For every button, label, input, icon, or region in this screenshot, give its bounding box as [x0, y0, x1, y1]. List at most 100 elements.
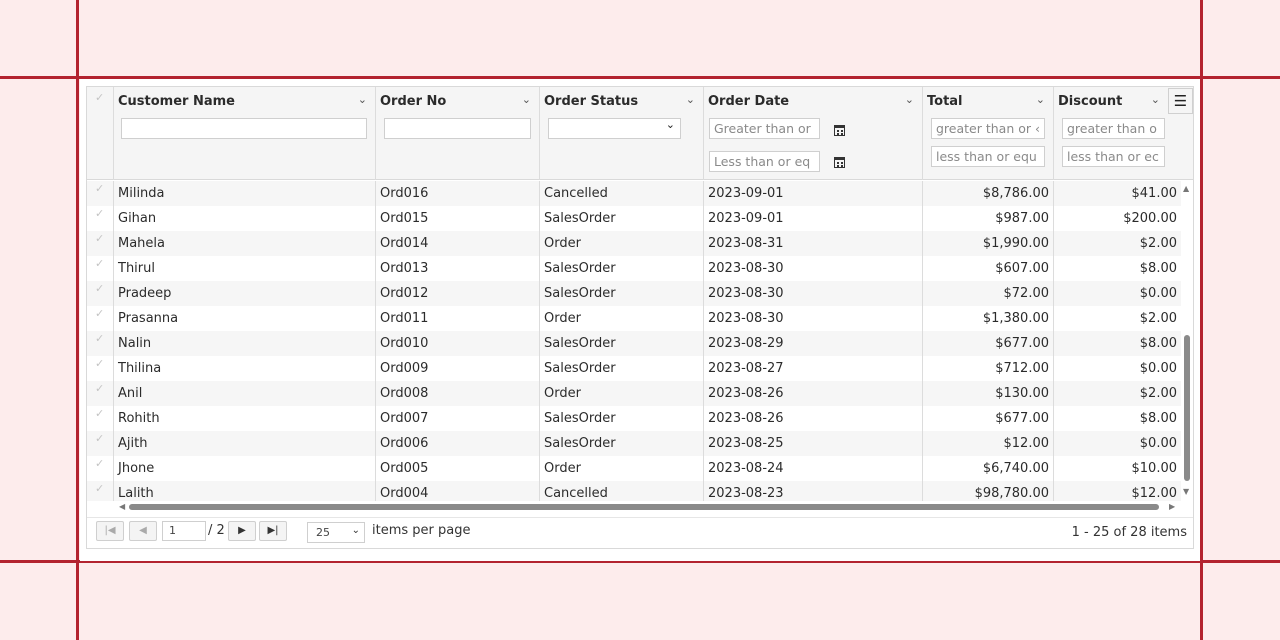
customer-filter-input[interactable] — [121, 118, 367, 139]
cell-total: $6,740.00 — [923, 456, 1054, 481]
chevron-down-icon[interactable]: ⌄ — [358, 93, 367, 106]
last-page-button[interactable]: ▶| — [259, 521, 287, 541]
cell-status: SalesOrder — [540, 331, 704, 356]
column-menu-icon[interactable]: ☰ — [1168, 88, 1193, 114]
page-size-value: 25 — [316, 526, 330, 539]
cell-discount: $0.00 — [1139, 436, 1177, 451]
header-total[interactable]: Total ⌄ greater than or ‹ less than or e… — [923, 87, 1054, 180]
cell-order-no: Ord013 — [376, 256, 540, 281]
table-row[interactable]: ✓ Jhone Ord005 Order 2023-08-24 $6,740.00 $10.… — [87, 456, 1181, 481]
scroll-right-icon[interactable]: ▶ — [1169, 502, 1175, 511]
row-select-cell[interactable] — [87, 331, 114, 356]
chevron-down-icon[interactable]: ⌄ — [1151, 93, 1160, 106]
cell-discount: $10.00 — [1131, 461, 1178, 476]
header-customer-name[interactable]: Customer Name ⌄ — [114, 87, 376, 180]
items-summary: 1 - 25 of 28 items — [1071, 525, 1187, 540]
row-select-cell[interactable] — [87, 231, 114, 256]
status-filter-select[interactable]: ⌄ — [548, 118, 681, 139]
scroll-down-icon[interactable]: ▼ — [1183, 487, 1189, 496]
table-row[interactable]: ✓ Nalin Ord010 SalesOrder 2023-08-29 $677.00 $… — [87, 331, 1181, 356]
frame-line-right — [1200, 0, 1203, 640]
header-order-date[interactable]: Order Date ⌄ Greater than or Less than o… — [704, 87, 923, 180]
table-row[interactable]: ✓ Gihan Ord015 SalesOrder 2023-09-01 $987.00 $… — [87, 206, 1181, 231]
row-select-cell[interactable] — [87, 481, 114, 501]
table-row[interactable]: ✓ Thilina Ord009 SalesOrder 2023-08-27 $712.0… — [87, 356, 1181, 381]
table-row[interactable]: ✓ Prasanna Ord011 Order 2023-08-30 $1,380.00 $… — [87, 306, 1181, 331]
cell-order-no: Ord006 — [376, 431, 540, 456]
cell-order-no: Ord016 — [376, 181, 540, 206]
row-select-cell[interactable] — [87, 256, 114, 281]
prev-page-button[interactable]: ◀ — [129, 521, 157, 541]
total-to-input[interactable]: less than or equ — [931, 146, 1045, 167]
cell-order-no: Ord012 — [376, 281, 540, 306]
cell-customer: Anil — [114, 381, 376, 406]
first-page-button[interactable]: |◀ — [96, 521, 124, 541]
table-row[interactable]: ✓ Thirul Ord013 SalesOrder 2023-08-30 $607.00… — [87, 256, 1181, 281]
scroll-up-icon[interactable]: ▲ — [1183, 184, 1189, 193]
cell-status: Order — [540, 381, 704, 406]
order-no-filter-input[interactable] — [384, 118, 531, 139]
chevron-down-icon: ⌄ — [665, 118, 675, 131]
header-order-no[interactable]: Order No ⌄ — [376, 87, 540, 180]
cell-customer: Prasanna — [114, 306, 376, 331]
table-row[interactable]: ✓ Mahela Ord014 Order 2023-08-31 $1,990.00 $2.… — [87, 231, 1181, 256]
discount-to-input[interactable]: less than or ec — [1062, 146, 1165, 167]
cell-date: 2023-08-27 — [704, 356, 923, 381]
cell-customer: Thilina — [114, 356, 376, 381]
row-select-cell[interactable] — [87, 406, 114, 431]
cell-discount: $8.00 — [1139, 411, 1177, 426]
cell-status: Order — [540, 231, 704, 256]
grid-body: ✓ Milinda Ord016 Cancelled 2023-09-01 $8,786.… — [87, 181, 1193, 501]
cell-customer: Ajith — [114, 431, 376, 456]
scroll-thumb[interactable] — [1184, 335, 1190, 481]
scroll-left-icon[interactable]: ◀ — [119, 502, 125, 511]
check-icon[interactable]: ✓ — [95, 91, 104, 104]
scroll-thumb[interactable] — [129, 504, 1159, 510]
page-size-select[interactable]: 25 ⌄ — [307, 522, 365, 543]
table-row[interactable]: ✓ Ajith Ord006 SalesOrder 2023-08-25 $12.00 $0… — [87, 431, 1181, 456]
column-title: Order Date — [708, 94, 790, 109]
cell-order-no: Ord005 — [376, 456, 540, 481]
chevron-down-icon[interactable]: ⌄ — [1036, 93, 1045, 106]
table-row[interactable]: ✓ Anil Ord008 Order 2023-08-26 $130.00 $2.00 — [87, 381, 1181, 406]
cell-total: $12.00 — [923, 431, 1054, 456]
row-select-cell[interactable] — [87, 306, 114, 331]
chevron-down-icon[interactable]: ⌄ — [686, 93, 695, 106]
cell-order-no: Ord007 — [376, 406, 540, 431]
header-discount[interactable]: Discount ⌄ greater than o less than or e… — [1054, 87, 1168, 180]
cell-customer: Rohith — [114, 406, 376, 431]
row-select-cell[interactable] — [87, 181, 114, 206]
vertical-scrollbar[interactable]: ▲ ▼ — [1181, 181, 1193, 501]
date-to-input[interactable]: Less than or eq — [709, 151, 820, 172]
discount-from-input[interactable]: greater than o — [1062, 118, 1165, 139]
cell-discount: $2.00 — [1139, 386, 1177, 401]
page-number-input[interactable]: 1 — [162, 521, 206, 541]
cell-discount: $2.00 — [1139, 311, 1177, 326]
cell-discount: $41.00 — [1131, 186, 1178, 201]
chevron-down-icon[interactable]: ⌄ — [522, 93, 531, 106]
calendar-icon[interactable] — [834, 125, 845, 136]
row-select-cell[interactable] — [87, 356, 114, 381]
cell-discount: $0.00 — [1139, 361, 1177, 376]
calendar-icon[interactable] — [834, 157, 845, 168]
table-row[interactable]: ✓ Rohith Ord007 SalesOrder 2023-08-26 $677.00… — [87, 406, 1181, 431]
header-order-status[interactable]: Order Status ⌄ ⌄ — [540, 87, 704, 180]
select-all-column[interactable]: ✓ — [87, 87, 114, 180]
cell-total: $677.00 — [923, 331, 1054, 356]
date-from-input[interactable]: Greater than or — [709, 118, 820, 139]
row-select-cell[interactable] — [87, 206, 114, 231]
horizontal-scrollbar[interactable]: ◀ ▶ — [115, 501, 1181, 513]
row-select-cell[interactable] — [87, 456, 114, 481]
total-from-input[interactable]: greater than or ‹ — [931, 118, 1045, 139]
table-row[interactable]: ✓ Pradeep Ord012 SalesOrder 2023-08-30 $72.00… — [87, 281, 1181, 306]
cell-date: 2023-09-01 — [704, 206, 923, 231]
cell-discount: $200.00 — [1123, 211, 1177, 226]
row-select-cell[interactable] — [87, 281, 114, 306]
row-select-cell[interactable] — [87, 431, 114, 456]
table-row[interactable]: ✓ Milinda Ord016 Cancelled 2023-09-01 $8,786.… — [87, 181, 1181, 206]
chevron-down-icon[interactable]: ⌄ — [905, 93, 914, 106]
next-page-button[interactable]: ▶ — [228, 521, 256, 541]
row-select-cell[interactable] — [87, 381, 114, 406]
table-row[interactable]: ✓ Lalith Ord004 Cancelled 2023-08-23 $98,780.… — [87, 481, 1181, 501]
cell-status: SalesOrder — [540, 256, 704, 281]
